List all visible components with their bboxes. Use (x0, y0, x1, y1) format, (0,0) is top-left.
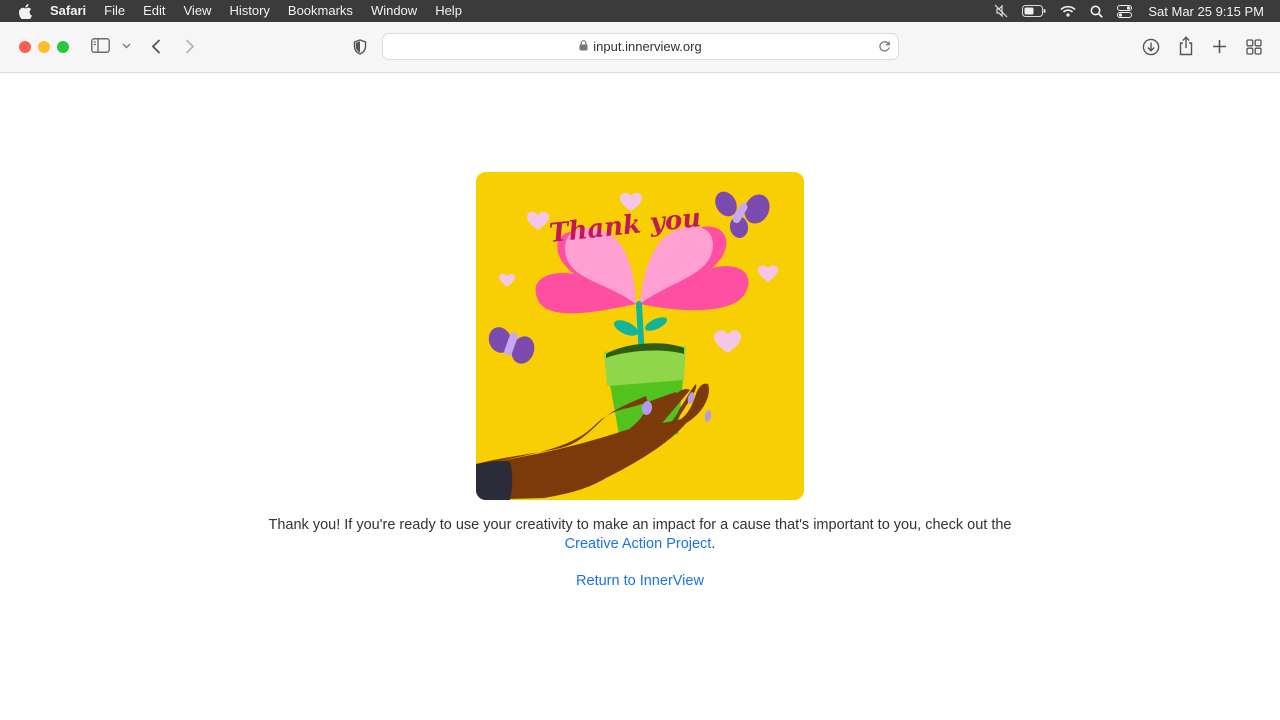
menu-view[interactable]: View (184, 0, 212, 22)
thank-you-message: Thank you! If you're ready to use your c… (240, 516, 1040, 554)
menu-app-safari[interactable]: Safari (50, 0, 86, 22)
menu-help[interactable]: Help (435, 0, 462, 22)
return-to-innerview-link[interactable]: Return to InnerView (540, 572, 740, 591)
message-text: Thank you! If you're ready to use your c… (268, 517, 1012, 533)
menu-bar: Safari File Edit View History Bookmarks … (0, 0, 1280, 22)
menu-bar-clock[interactable]: Sat Mar 25 9:15 PM (1148, 4, 1264, 19)
menu-history[interactable]: History (229, 0, 269, 22)
share-icon[interactable] (1178, 36, 1194, 56)
message-period: . (711, 536, 716, 552)
tab-overview-icon[interactable] (1246, 39, 1262, 55)
spotlight-search-icon[interactable] (1090, 5, 1104, 18)
fullscreen-window-button[interactable] (57, 41, 69, 53)
apple-menu-icon[interactable] (14, 3, 36, 19)
minimize-window-button[interactable] (38, 41, 50, 53)
wifi-icon[interactable] (1060, 5, 1076, 17)
mute-icon[interactable] (994, 4, 1008, 18)
sidebar-toggle-icon[interactable] (91, 38, 110, 53)
thank-you-illustration: Thank you (476, 172, 804, 500)
menu-edit[interactable]: Edit (143, 0, 165, 22)
new-tab-plus-icon[interactable] (1212, 39, 1227, 54)
menu-bookmarks[interactable]: Bookmarks (288, 0, 353, 22)
menu-file[interactable]: File (104, 0, 125, 22)
browser-toolbar: input.innerview.org (0, 22, 1280, 73)
downloads-icon[interactable] (1142, 38, 1160, 56)
lock-icon (579, 38, 588, 56)
creative-action-project-link[interactable]: Creative Action Project (565, 536, 712, 552)
address-url[interactable]: input.innerview.org (593, 39, 701, 54)
back-arrow-icon[interactable] (151, 39, 161, 54)
battery-icon[interactable] (1022, 5, 1046, 17)
page-content: Thank you Thank you! If you're ready to … (0, 73, 1280, 720)
reload-icon[interactable] (878, 40, 891, 58)
menu-window[interactable]: Window (371, 0, 417, 22)
close-window-button[interactable] (19, 41, 31, 53)
privacy-shield-icon[interactable] (353, 39, 367, 55)
control-center-icon[interactable] (1117, 4, 1133, 18)
forward-arrow-icon[interactable] (185, 39, 195, 54)
chevron-down-icon[interactable] (122, 43, 131, 49)
address-bar[interactable]: input.innerview.org (382, 33, 899, 60)
